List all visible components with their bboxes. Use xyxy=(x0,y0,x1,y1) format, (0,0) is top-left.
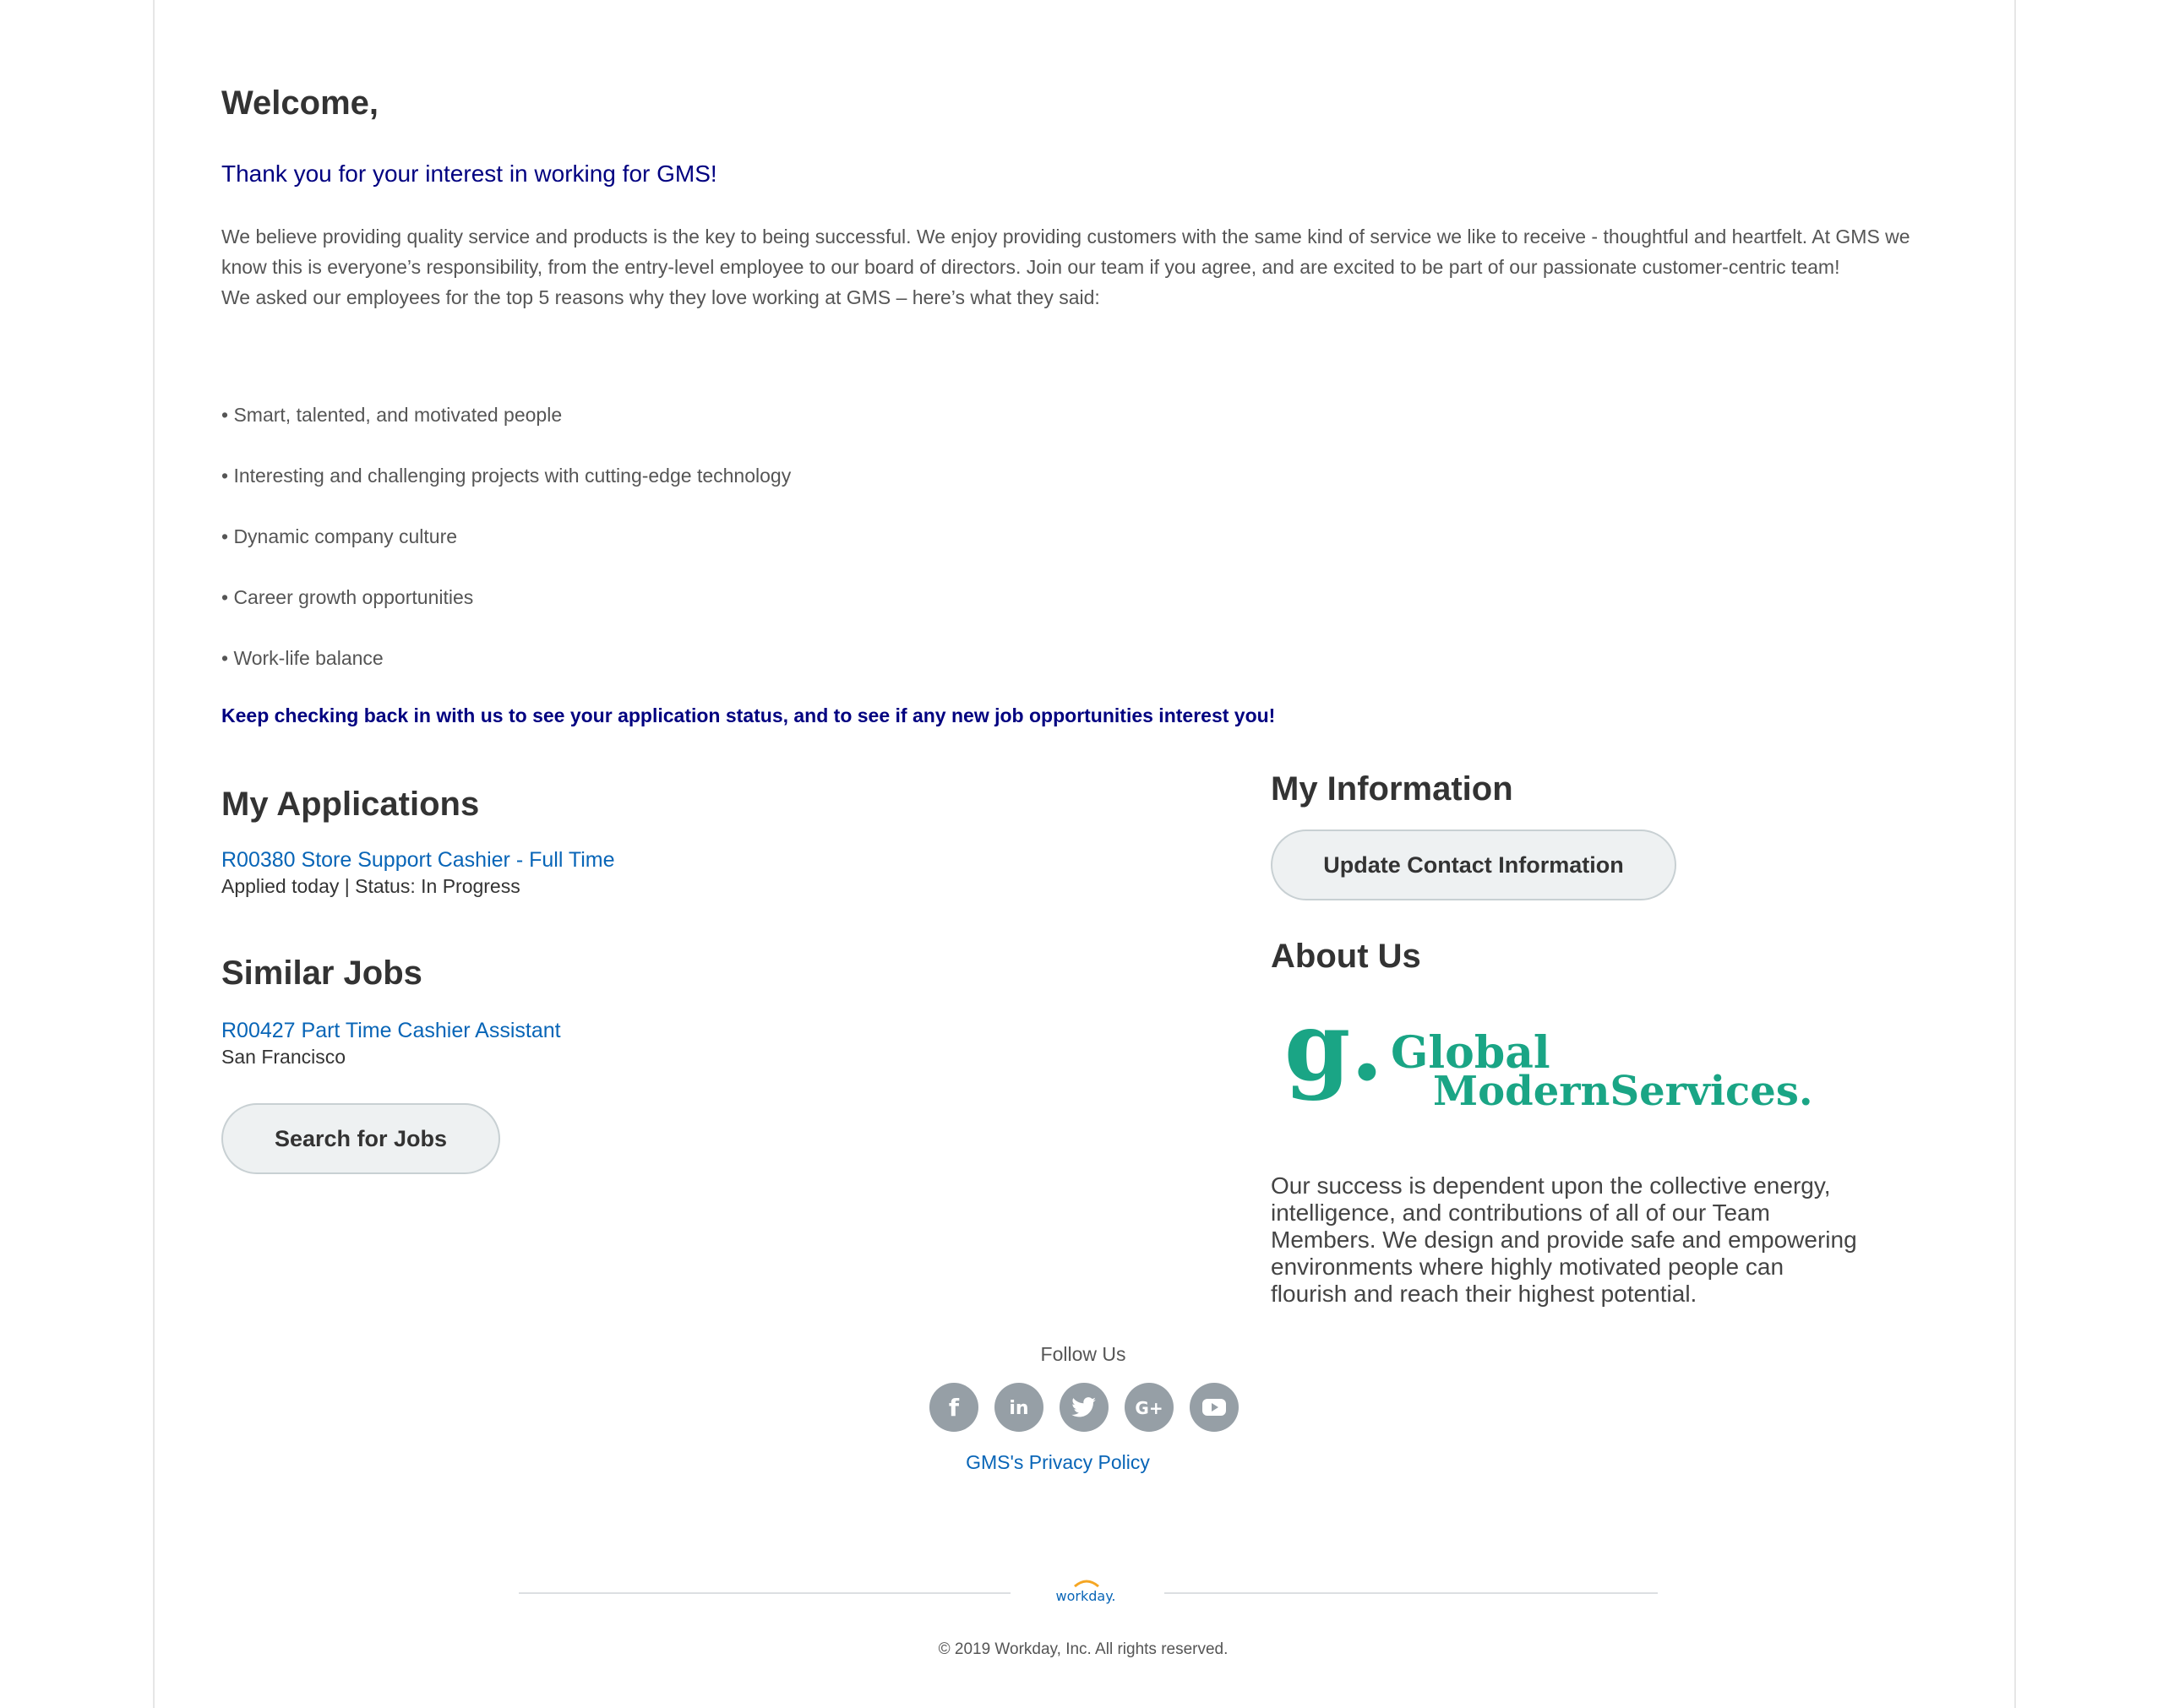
youtube-icon[interactable] xyxy=(1190,1383,1239,1432)
thanks-message: Thank you for your interest in working f… xyxy=(221,160,717,187)
similar-job-location: San Francisco xyxy=(221,1046,346,1068)
intro-text: We believe providing quality service and… xyxy=(221,221,1945,313)
application-status: Applied today | Status: In Progress xyxy=(221,875,520,897)
footer-divider-right xyxy=(1164,1592,1658,1594)
privacy-policy-link[interactable]: GMS's Privacy Policy xyxy=(880,1451,1235,1474)
gms-logo-graphic: g. Global ModernServices. xyxy=(1284,992,1813,1115)
logo-line-modern-services: ModernServices. xyxy=(1433,1068,1813,1115)
reason-item: • Work-life balance xyxy=(221,647,384,669)
reason-item: • Smart, talented, and motivated people xyxy=(221,404,563,426)
copyright-text: © 2019 Workday, Inc. All rights reserved… xyxy=(938,1640,1229,1658)
keep-checking-message: Keep checking back in with us to see you… xyxy=(221,704,1276,726)
logo-mark: g. xyxy=(1284,1014,1383,1102)
update-contact-information-button[interactable]: Update Contact Information xyxy=(1271,830,1676,900)
footer-divider-left xyxy=(519,1592,1011,1594)
reason-item: • Career growth opportunities xyxy=(221,586,474,608)
similar-jobs-title: Similar Jobs xyxy=(221,955,422,992)
svg-text:G+: G+ xyxy=(1135,1398,1163,1418)
twitter-icon[interactable] xyxy=(1060,1383,1109,1432)
svg-text:workday.: workday. xyxy=(1056,1588,1116,1604)
svg-text:f: f xyxy=(949,1394,960,1422)
my-applications-title: My Applications xyxy=(221,786,480,823)
application-job-link[interactable]: R00380 Store Support Cashier - Full Time xyxy=(221,848,615,873)
reason-item: • Dynamic company culture xyxy=(221,525,458,547)
facebook-icon[interactable]: f xyxy=(929,1383,978,1432)
about-us-title: About Us xyxy=(1271,938,1421,975)
reason-item: • Interesting and challenging projects w… xyxy=(221,465,792,487)
svg-text:in: in xyxy=(1009,1398,1028,1419)
linkedin-icon[interactable]: in xyxy=(994,1383,1043,1432)
global-modern-services-logo: g. Global ModernServices. xyxy=(1284,992,1842,1123)
about-us-text: Our success is dependent upon the collec… xyxy=(1271,1172,1857,1307)
intro-reasons-lead: We asked our employees for the top 5 rea… xyxy=(221,286,1100,308)
workday-logo: workday. xyxy=(1048,1573,1124,1607)
my-information-title: My Information xyxy=(1271,770,1513,808)
welcome-title: Welcome, xyxy=(221,84,379,122)
follow-us-label: Follow Us xyxy=(1040,1343,1126,1365)
intro-paragraph: We believe providing quality service and… xyxy=(221,226,1910,278)
reasons-list: • Smart, talented, and motivated people … xyxy=(221,402,791,706)
google-plus-icon[interactable]: G+ xyxy=(1125,1383,1174,1432)
social-links: f in G+ xyxy=(929,1383,1239,1432)
similar-job-link[interactable]: R00427 Part Time Cashier Assistant xyxy=(221,1019,561,1043)
search-for-jobs-button[interactable]: Search for Jobs xyxy=(221,1103,500,1174)
